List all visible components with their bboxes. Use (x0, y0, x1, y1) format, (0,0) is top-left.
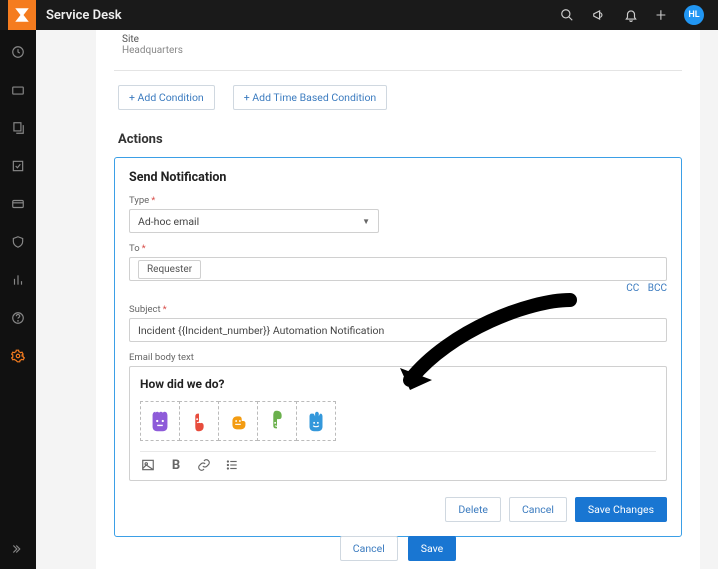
cancel-button[interactable]: Cancel (509, 497, 567, 522)
subject-input[interactable]: Incident {{Incident_number}} Automation … (129, 318, 667, 342)
to-row: To* Requester CC BCC (129, 243, 667, 294)
condition-buttons: + Add Condition + Add Time Based Conditi… (118, 85, 682, 110)
subject-value: Incident {{Incident_number}} Automation … (138, 324, 384, 337)
megaphone-icon[interactable] (592, 8, 606, 22)
save-changes-button[interactable]: Save Changes (575, 497, 667, 522)
top-bar: Service Desk + HL (0, 0, 718, 30)
bell-icon[interactable] (624, 8, 638, 22)
link-icon[interactable] (196, 458, 212, 476)
nav-shield-icon[interactable] (10, 234, 26, 250)
nav-dashboard-icon[interactable] (10, 44, 26, 60)
cc-link[interactable]: CC (626, 283, 639, 294)
footer-save-button[interactable]: Save (408, 536, 456, 561)
left-nav (0, 30, 36, 569)
to-label: To* (129, 243, 667, 254)
top-actions: + HL (560, 5, 718, 26)
list-icon[interactable] (224, 458, 240, 476)
type-select[interactable]: Ad-hoc email ▼ (129, 209, 379, 233)
subject-label: Subject* (129, 304, 667, 315)
insert-image-icon[interactable] (140, 458, 156, 476)
nav-card-icon[interactable] (10, 196, 26, 212)
rating-emoji-5[interactable] (296, 401, 336, 441)
rating-emoji-3[interactable] (218, 401, 258, 441)
nav-copy-icon[interactable] (10, 120, 26, 136)
divider (114, 70, 682, 71)
editor-toolbar: B (140, 451, 656, 476)
content-gutter (36, 30, 96, 569)
site-label: Site (122, 34, 682, 45)
nav-checkbox-icon[interactable] (10, 158, 26, 174)
search-icon[interactable] (560, 8, 574, 22)
nav-tickets-icon[interactable] (10, 82, 26, 98)
rating-emoji-2[interactable] (179, 401, 219, 441)
content-panel: Site Headquarters + Add Condition + Add … (96, 30, 700, 569)
rating-emoji-1[interactable] (140, 401, 180, 441)
body-label: Email body text (129, 352, 667, 363)
notification-card: Send Notification Type* Ad-hoc email ▼ T… (114, 157, 682, 537)
rating-emoji-4[interactable] (257, 401, 297, 441)
nav-help-icon[interactable] (10, 310, 26, 326)
nav-analytics-icon[interactable] (10, 272, 26, 288)
site-value: Headquarters (122, 45, 682, 56)
site-block: Site Headquarters (122, 30, 682, 66)
nav-collapse-icon[interactable] (10, 541, 26, 557)
user-avatar[interactable]: HL (684, 5, 704, 25)
footer-button-row: Cancel Save (96, 536, 700, 561)
add-time-condition-button[interactable]: + Add Time Based Condition (233, 85, 388, 110)
app-title: Service Desk (46, 8, 122, 23)
body-row: Email body text How did we do? B (129, 352, 667, 481)
nav-settings-icon[interactable] (10, 348, 26, 364)
actions-section-title: Actions (118, 132, 682, 147)
footer-cancel-button[interactable]: Cancel (340, 536, 398, 561)
cc-bcc-row: CC BCC (129, 283, 667, 294)
caret-down-icon: ▼ (362, 217, 370, 226)
type-value: Ad-hoc email (138, 215, 199, 228)
delete-button[interactable]: Delete (445, 497, 501, 522)
type-row: Type* Ad-hoc email ▼ (129, 195, 667, 233)
bcc-link[interactable]: BCC (648, 283, 667, 294)
subject-row: Subject* Incident {{Incident_number}} Au… (129, 304, 667, 342)
card-title: Send Notification (129, 170, 667, 185)
logo-icon (13, 6, 31, 24)
add-condition-button[interactable]: + Add Condition (118, 85, 215, 110)
to-input[interactable]: Requester (129, 257, 667, 281)
bold-icon[interactable]: B (168, 458, 184, 476)
body-heading: How did we do? (140, 377, 656, 391)
add-icon[interactable]: + (656, 5, 666, 26)
email-body-editor[interactable]: How did we do? B (129, 366, 667, 481)
type-label: Type* (129, 195, 667, 206)
rating-emoji-row (140, 401, 656, 441)
to-chip[interactable]: Requester (138, 260, 201, 279)
app-logo (8, 0, 36, 30)
content-area: Site Headquarters + Add Condition + Add … (36, 30, 718, 569)
card-button-row: Delete Cancel Save Changes (129, 497, 667, 522)
